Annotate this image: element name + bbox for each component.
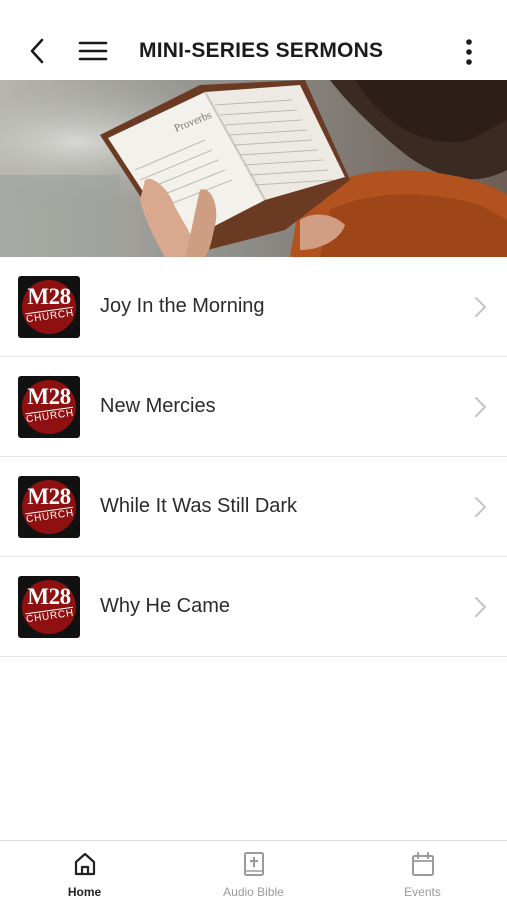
bible-icon xyxy=(244,852,264,876)
m28-church-logo-thumbnail: M28 CHURCH xyxy=(18,576,80,638)
more-options-icon[interactable] xyxy=(458,36,480,68)
page-title: MINI-SERIES SERMONS xyxy=(139,39,384,62)
top-app-bar: MINI-SERIES SERMONS xyxy=(0,0,507,80)
logo-main-text: M28 xyxy=(27,484,71,509)
hero-banner-image: Proverbs xyxy=(0,80,507,257)
tab-label: Audio Bible xyxy=(223,885,284,899)
home-icon xyxy=(74,852,96,876)
bottom-tab-bar: Home Audio Bible Events xyxy=(0,840,507,901)
series-title: Why He Came xyxy=(100,595,231,617)
logo-main-text: M28 xyxy=(27,584,71,609)
logo-main-text: M28 xyxy=(27,384,71,409)
chevron-right-icon xyxy=(475,297,486,317)
chevron-right-icon xyxy=(475,597,486,617)
list-item[interactable]: M28 CHURCH Joy In the Morning xyxy=(0,257,507,357)
hero-photo-illustration: Proverbs xyxy=(0,80,507,257)
list-item[interactable]: M28 CHURCH While It Was Still Dark xyxy=(0,457,507,557)
logo-main-text: M28 xyxy=(27,284,71,309)
m28-church-logo-thumbnail: M28 CHURCH xyxy=(18,276,80,338)
tab-label: Home xyxy=(67,885,102,899)
m28-church-logo-thumbnail: M28 CHURCH xyxy=(18,376,80,438)
back-arrow-icon[interactable] xyxy=(26,34,50,68)
list-item[interactable]: M28 CHURCH New Mercies xyxy=(0,357,507,457)
tab-label: Events xyxy=(404,885,441,899)
chevron-right-icon xyxy=(475,397,486,417)
hamburger-menu-icon[interactable] xyxy=(78,38,108,64)
series-title: Joy In the Morning xyxy=(100,295,265,317)
series-title: While It Was Still Dark xyxy=(100,495,298,517)
series-title: New Mercies xyxy=(100,395,216,417)
m28-church-logo-thumbnail: M28 CHURCH xyxy=(18,476,80,538)
list-item[interactable]: M28 CHURCH Why He Came xyxy=(0,557,507,657)
tab-events[interactable]: Events xyxy=(338,841,507,901)
tab-home[interactable]: Home xyxy=(0,841,169,901)
sermon-series-list: M28 CHURCH Joy In the Morning M28 CHURCH… xyxy=(0,257,507,657)
calendar-icon xyxy=(412,852,434,876)
chevron-right-icon xyxy=(475,497,486,517)
tab-audio-bible[interactable]: Audio Bible xyxy=(169,841,338,901)
